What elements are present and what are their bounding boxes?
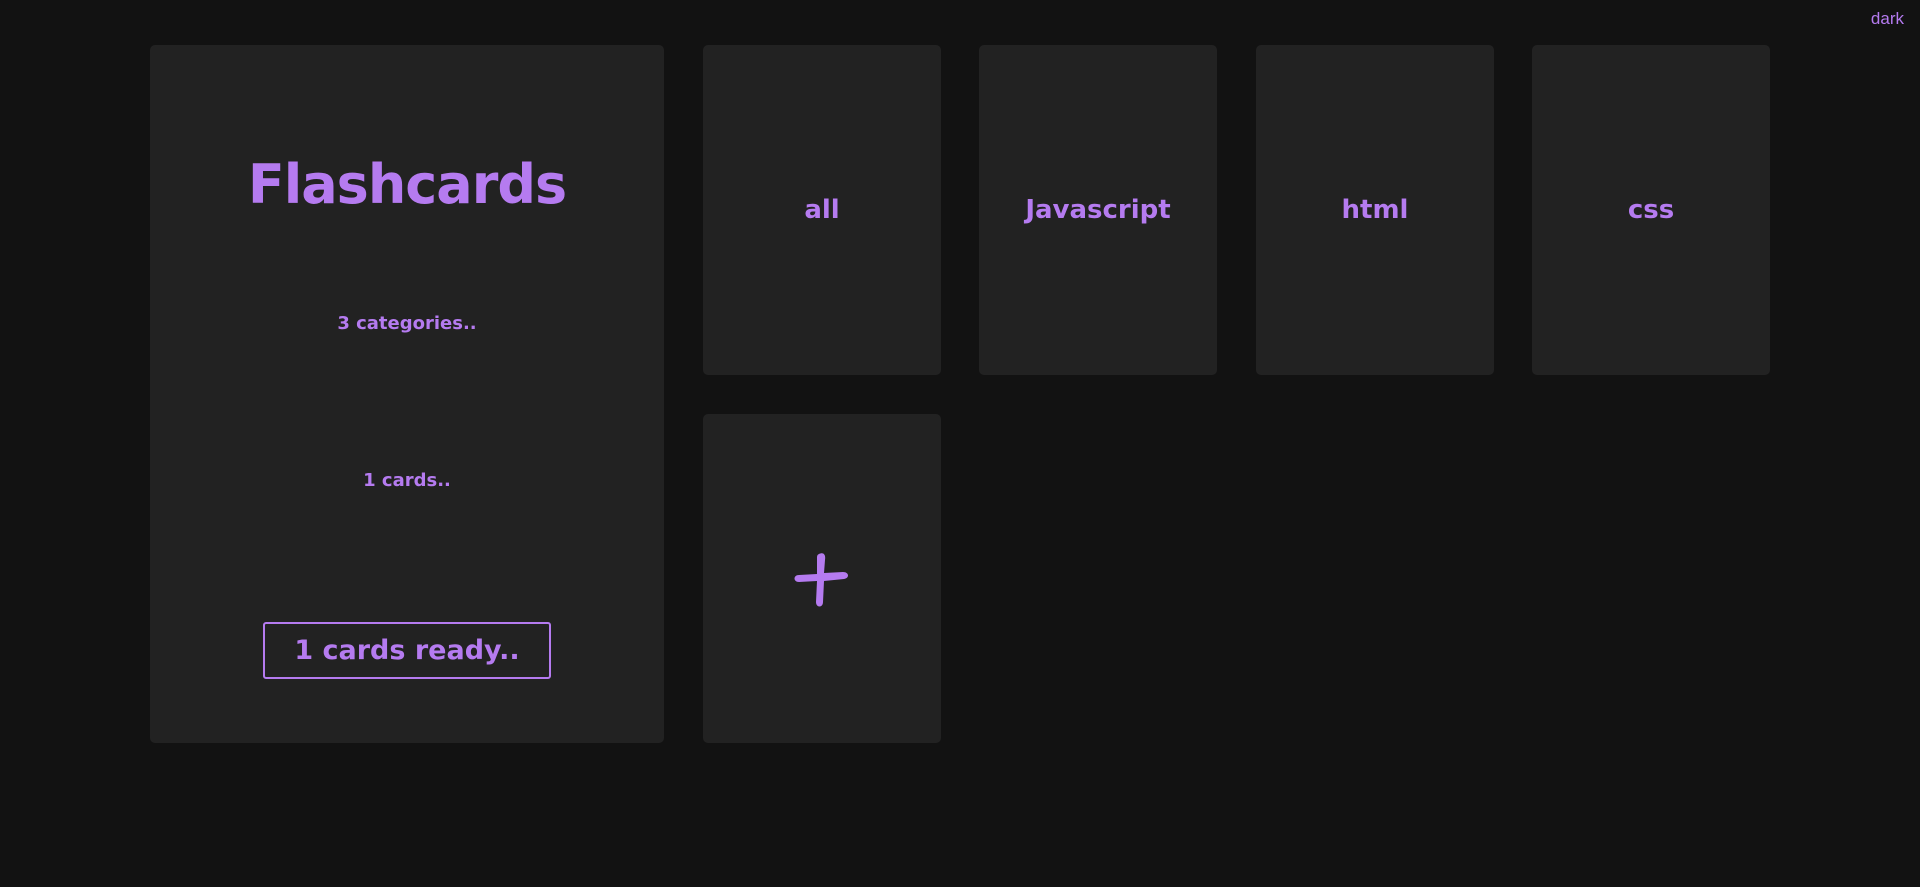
- category-label: html: [1341, 195, 1409, 225]
- category-card-all[interactable]: all: [703, 45, 941, 375]
- theme-toggle[interactable]: dark: [1871, 9, 1904, 29]
- add-category-button[interactable]: [703, 414, 941, 743]
- category-card-html[interactable]: html: [1256, 45, 1494, 375]
- category-label: css: [1627, 195, 1675, 225]
- category-label: all: [804, 195, 840, 225]
- summary-panel: Flashcards 3 categories.. 1 cards.. 1 ca…: [150, 45, 664, 743]
- plus-icon: [794, 552, 849, 606]
- cards-ready-button[interactable]: 1 cards ready..: [263, 622, 551, 679]
- page-title: Flashcards: [247, 153, 567, 216]
- category-card-css[interactable]: css: [1532, 45, 1770, 375]
- cards-count: 1 cards..: [363, 470, 451, 491]
- category-label: Javascript: [1025, 195, 1171, 225]
- categories-count: 3 categories..: [337, 313, 477, 334]
- category-card-javascript[interactable]: Javascript: [979, 45, 1217, 375]
